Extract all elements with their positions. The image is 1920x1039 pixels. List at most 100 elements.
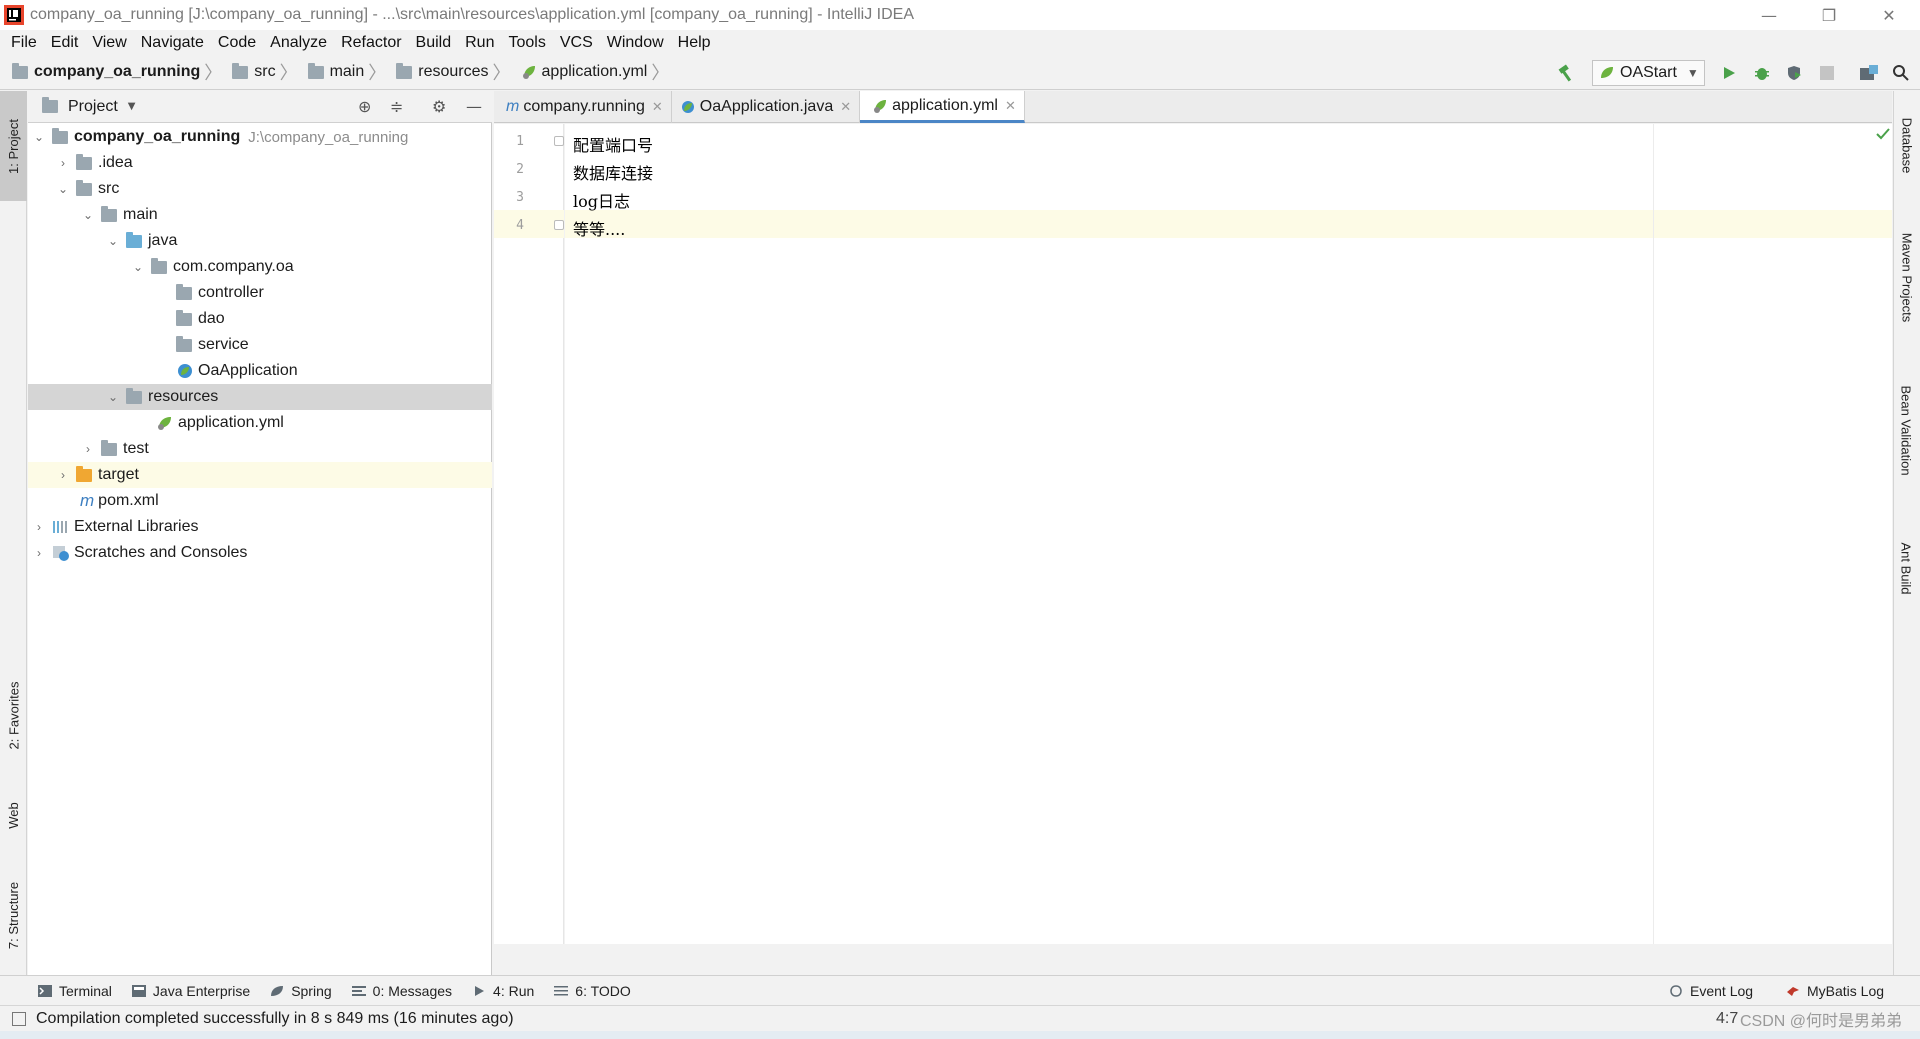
menu-analyze[interactable]: Analyze [263, 34, 334, 52]
code-editor[interactable]: 配置端口号 数据库连接 log日志 等等.... [565, 124, 1892, 944]
menu-tools[interactable]: Tools [501, 34, 552, 52]
tree-node-idea[interactable]: › .idea [28, 150, 492, 176]
scratches-icon [53, 546, 69, 561]
debug-button[interactable] [1749, 60, 1775, 86]
java-enterprise-label: Java Enterprise [152, 982, 251, 999]
terminal-tab[interactable]: Terminal [38, 983, 112, 999]
build-hammer-button[interactable] [1553, 60, 1579, 86]
run-configuration-select[interactable]: OAStart ▼ [1592, 60, 1705, 86]
project-tab-label: 1: Project [6, 118, 22, 174]
breadcrumb-project[interactable]: company_oa_running 〉 [12, 59, 228, 85]
editor-tab-company-running[interactable]: m company.running ✕ [494, 91, 672, 123]
tool-window-structure-tab[interactable]: 7: Structure [0, 865, 27, 965]
tree-node-label: application.yml [178, 414, 284, 431]
event-log-tab[interactable]: Event Log [1669, 983, 1753, 999]
mybatis-log-tab[interactable]: MyBatis Log [1786, 983, 1884, 999]
caret-position[interactable]: 4:7 [1716, 1010, 1738, 1028]
tree-node-oaapplication[interactable]: OaApplication [28, 358, 492, 384]
minimize-button[interactable]: — [1746, 0, 1792, 30]
chevron-down-icon[interactable]: ▼ [128, 101, 136, 112]
tree-node-scratches[interactable]: › Scratches and Consoles [28, 540, 492, 566]
tree-node-external-libraries[interactable]: › External Libraries [28, 514, 492, 540]
java-enterprise-tab[interactable]: Java Enterprise [131, 982, 251, 999]
menu-build[interactable]: Build [409, 34, 459, 52]
project-tool-window: Project ▼ ⊕ ≑ ⚙ — ⌄ company_oa_running J… [28, 91, 492, 975]
close-tab-icon[interactable]: ✕ [840, 99, 851, 115]
java-enterprise-icon [131, 984, 146, 997]
breadcrumb-file[interactable]: application.yml 〉 [521, 59, 676, 85]
tree-node-package[interactable]: ⌄ com.company.oa [28, 254, 492, 280]
chevron-right-icon: 〉 [651, 63, 670, 83]
menu-help[interactable]: Help [671, 34, 718, 52]
fold-marker-icon[interactable] [554, 220, 564, 230]
ant-build-tab-label: Ant Build [1899, 541, 1915, 595]
breadcrumb-src[interactable]: src 〉 [232, 59, 303, 85]
tree-node-resources[interactable]: ⌄ resources [28, 384, 492, 410]
project-structure-button[interactable] [1856, 60, 1882, 86]
stop-button[interactable] [1814, 60, 1840, 86]
hide-icon[interactable]: — [466, 97, 482, 116]
tree-node-root[interactable]: ⌄ company_oa_running J:\company_oa_runni… [28, 124, 492, 150]
menu-run[interactable]: Run [458, 34, 501, 52]
tool-window-maven-tab[interactable]: Maven Projects [1893, 215, 1920, 340]
editor-tab-oaapplication[interactable]: OaApplication.java ✕ [672, 91, 861, 123]
menu-refactor[interactable]: Refactor [334, 34, 408, 52]
tree-node-java[interactable]: ⌄ java [28, 228, 492, 254]
tree-node-pom[interactable]: m pom.xml [28, 488, 492, 514]
menu-view[interactable]: View [85, 34, 133, 52]
tree-node-label: OaApplication [198, 362, 298, 379]
tree-node-src[interactable]: ⌄ src [28, 176, 492, 202]
close-tab-icon[interactable]: ✕ [652, 99, 663, 115]
tree-node-application-yml[interactable]: application.yml [28, 410, 492, 436]
menu-navigate[interactable]: Navigate [134, 34, 211, 52]
tool-window-bean-validation-tab[interactable]: Bean Validation [1893, 370, 1920, 490]
todo-tab[interactable]: 6: TODO [554, 983, 631, 999]
code-line[interactable]: log日志 [573, 188, 630, 212]
tree-node-service[interactable]: service [28, 332, 492, 358]
tool-window-web-tab[interactable]: Web [0, 785, 27, 845]
breadcrumb-main[interactable]: main 〉 [307, 59, 393, 85]
structure-tab-label: 7: Structure [6, 881, 22, 949]
messages-tab[interactable]: 0: Messages [351, 983, 452, 999]
menu-vcs[interactable]: VCS [553, 34, 600, 52]
toggle-tool-windows-icon[interactable] [12, 1011, 26, 1026]
collapse-all-icon[interactable]: ≑ [390, 97, 403, 116]
tree-node-label: dao [198, 310, 225, 327]
run-icon [1724, 67, 1735, 79]
todo-icon [554, 985, 569, 995]
tool-window-ant-build-tab[interactable]: Ant Build [1893, 528, 1920, 608]
locate-icon[interactable]: ⊕ [358, 97, 371, 116]
menu-window[interactable]: Window [600, 34, 671, 52]
line-number: 2 [516, 162, 524, 177]
code-line[interactable]: 配置端口号 [573, 132, 653, 156]
menu-file[interactable]: File [4, 34, 44, 52]
chevron-right-icon: 〉 [279, 63, 298, 83]
resources-folder-icon [126, 387, 142, 404]
spring-tab[interactable]: Spring [270, 983, 332, 999]
menu-edit[interactable]: Edit [44, 34, 86, 52]
tool-window-project-tab[interactable]: 1: Project [0, 91, 27, 201]
tree-node-test[interactable]: › test [28, 436, 492, 462]
tree-node-main[interactable]: ⌄ main [28, 202, 492, 228]
inspection-ok-icon[interactable] [1876, 128, 1890, 140]
search-everywhere-button[interactable] [1888, 60, 1914, 86]
coverage-button[interactable] [1781, 60, 1807, 86]
tree-node-dao[interactable]: dao [28, 306, 492, 332]
tool-window-favorites-tab[interactable]: 2: Favorites [0, 665, 27, 765]
fold-marker-icon[interactable] [554, 136, 564, 146]
maximize-button[interactable]: ❐ [1806, 0, 1852, 30]
project-view-select[interactable]: Project [68, 98, 118, 116]
run-tab[interactable]: 4: Run [472, 983, 534, 999]
close-button[interactable]: ✕ [1866, 0, 1912, 30]
run-button[interactable] [1716, 60, 1742, 86]
tree-node-controller[interactable]: controller [28, 280, 492, 306]
gear-icon[interactable]: ⚙ [432, 97, 446, 116]
code-line[interactable]: 等等.... [573, 216, 625, 240]
breadcrumb-resources[interactable]: resources 〉 [396, 59, 516, 85]
code-line[interactable]: 数据库连接 [573, 160, 653, 184]
menu-code[interactable]: Code [211, 34, 263, 52]
tree-node-target[interactable]: › target [28, 462, 492, 488]
close-tab-icon[interactable]: ✕ [1005, 98, 1016, 114]
editor-tab-application-yml[interactable]: application.yml ✕ [860, 91, 1025, 123]
tool-window-database-tab[interactable]: Database [1893, 100, 1920, 190]
